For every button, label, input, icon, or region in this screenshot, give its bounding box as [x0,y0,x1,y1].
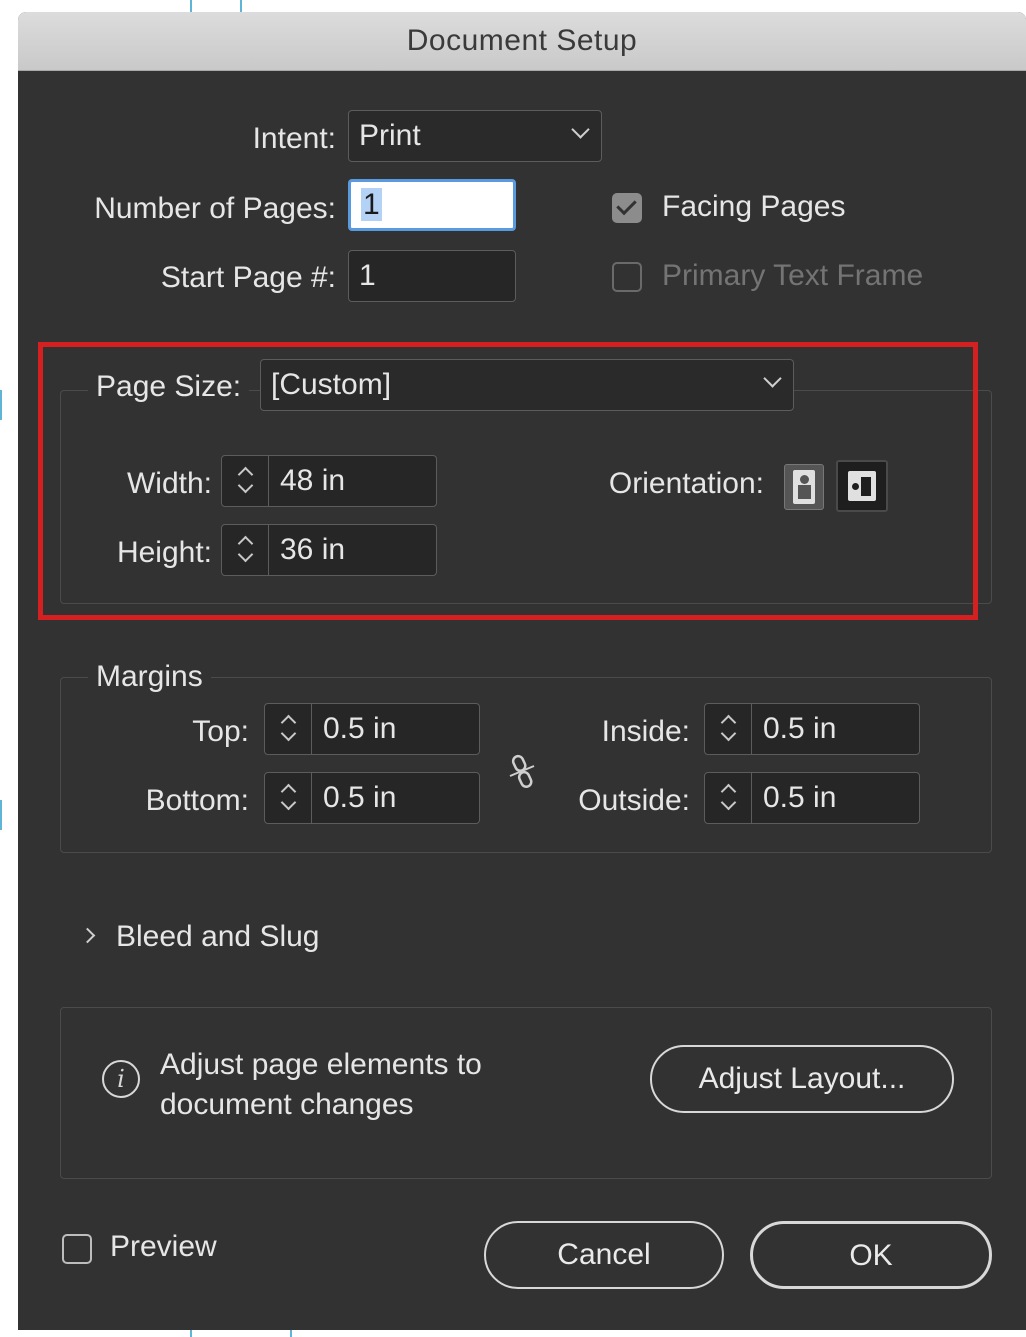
inside-margin-arrows[interactable] [705,704,752,754]
number-of-pages-input[interactable]: 1 [348,179,516,231]
start-page-value: 1 [359,259,376,292]
number-of-pages-value: 1 [361,188,382,221]
bottom-margin-arrows[interactable] [265,773,312,823]
primary-text-frame-label: Primary Text Frame [662,259,924,292]
down-arrow-icon [720,794,737,811]
outside-margin-arrows[interactable] [705,773,752,823]
title-bar[interactable]: Document Setup [18,12,1026,71]
primary-text-frame-checkbox[interactable] [612,262,642,292]
bleed-and-slug-label: Bleed and Slug [116,920,320,953]
bleed-and-slug-disclosure[interactable]: Bleed and Slug [78,920,378,964]
dialog-title: Document Setup [406,24,638,57]
inside-margin-stepper[interactable]: 0.5 in [704,703,920,755]
intent-select[interactable]: Print [348,110,602,162]
outside-margin-label: Outside: [578,784,690,817]
facing-pages-label: Facing Pages [662,190,846,223]
top-margin-value: 0.5 in [323,712,397,745]
top-margin-stepper[interactable]: 0.5 in [264,703,480,755]
top-margin-label: Top: [192,715,249,748]
bottom-margin-value: 0.5 in [323,781,397,814]
outside-margin-value: 0.5 in [763,781,837,814]
down-arrow-icon [280,794,297,811]
adjust-info-line-1: Adjust page elements to [160,1048,482,1081]
down-arrow-icon [720,725,737,742]
document-setup-dialog: Document Setup Intent: Print Number of P… [18,12,1026,1330]
outside-margin-stepper[interactable]: 0.5 in [704,772,920,824]
guide-line-top [240,0,242,12]
inside-margin-value: 0.5 in [763,712,837,745]
down-arrow-icon [280,725,297,742]
bottom-margin-label: Bottom: [145,784,249,817]
preview-label: Preview [110,1230,217,1263]
adjust-layout-button[interactable]: Adjust Layout... [650,1045,954,1113]
margins-title: Margins [88,660,211,694]
intent-label: Intent: [252,122,336,155]
cancel-button[interactable]: Cancel [484,1221,724,1289]
preview-checkbox[interactable] [62,1234,92,1264]
chevron-down-icon [571,120,590,139]
chevron-right-icon [79,927,96,944]
guide-line-top [190,0,192,12]
adjust-info-line-2: document changes [160,1088,414,1121]
guide-line-left [0,390,2,420]
ok-button[interactable]: OK [750,1221,992,1289]
highlight-box [38,342,978,620]
info-icon: i [102,1060,140,1098]
intent-value: Print [359,119,421,152]
inside-margin-label: Inside: [601,715,690,748]
guide-line-left [0,800,2,830]
number-of-pages-label: Number of Pages: [94,192,336,225]
facing-pages-checkbox[interactable] [612,193,642,223]
start-page-label: Start Page #: [160,261,336,294]
top-margin-arrows[interactable] [265,704,312,754]
start-page-input[interactable]: 1 [348,250,516,302]
bottom-margin-stepper[interactable]: 0.5 in [264,772,480,824]
